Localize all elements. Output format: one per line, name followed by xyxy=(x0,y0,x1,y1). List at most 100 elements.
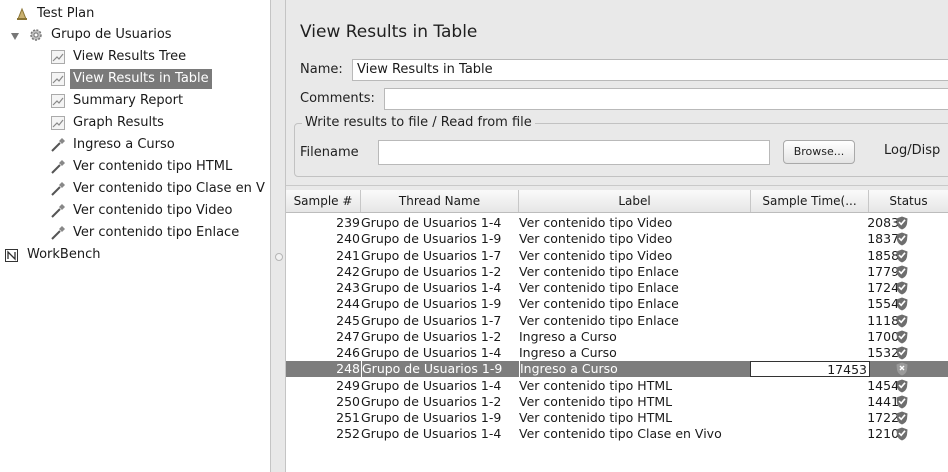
cell-label: Ver contenido tipo Video xyxy=(519,247,673,263)
table-row[interactable]: 241 Grupo de Usuarios 1-7 Ver contenido ti… xyxy=(286,248,948,264)
cell-sample-time: 15322 xyxy=(867,345,907,360)
cell-label: Ver contenido tipo HTML xyxy=(519,393,673,409)
column-header-label[interactable]: Label xyxy=(519,190,751,212)
cell-sample-time: 17453 xyxy=(750,361,870,378)
tree-item-label: Ver contenido tipo HTML xyxy=(73,159,233,174)
table-row[interactable]: 240 Grupo de Usuarios 1-9 Ver contenido ti… xyxy=(286,231,948,247)
column-header-sample-time[interactable]: Sample Time(... xyxy=(751,190,869,212)
cell-sample-time: 12108 xyxy=(867,426,907,442)
cell-sample: 243 xyxy=(336,280,360,295)
status-success-shield-icon xyxy=(887,313,917,329)
tree-item-view-results-tree[interactable]: View Results Tree xyxy=(50,47,189,67)
tree-item-label: Ver contenido tipo Video xyxy=(73,203,233,218)
name-input[interactable]: View Results in Table xyxy=(352,59,948,81)
cell-sample-time: 18582 xyxy=(867,247,907,263)
cell-sample: 249 xyxy=(336,377,360,393)
cell-thread-name: Grupo de Usuarios 1-4 xyxy=(361,426,502,442)
workbench-icon xyxy=(4,247,20,263)
table-row[interactable]: 248 Grupo de Usuarios 1-9 Ingreso a Curso 1… xyxy=(286,361,948,378)
browse-button[interactable]: Browse... xyxy=(783,140,855,164)
splitter-grip-icon[interactable] xyxy=(275,253,283,261)
table-row[interactable]: 252 Grupo de Usuarios 1-4 Ver contenido ti… xyxy=(286,426,948,442)
tree-collapse-toggle-icon[interactable] xyxy=(11,33,19,40)
results-table-panel: View Results in Table Name: View Results… xyxy=(286,0,948,472)
name-label: Name: xyxy=(300,62,343,77)
cell-sample: 242 xyxy=(336,263,360,279)
filename-input[interactable] xyxy=(378,140,770,165)
http-sampler-pipette-icon xyxy=(50,225,66,241)
cell-sample-time: 17244 xyxy=(867,280,907,295)
name-row: Name: xyxy=(300,62,343,77)
table-row[interactable]: 251 Grupo de Usuarios 1-9 Ver contenido ti… xyxy=(286,410,948,426)
tree-item-label: Test Plan xyxy=(37,6,95,21)
column-header-sample[interactable]: Sample # xyxy=(286,190,361,212)
cell-label: Ver contenido tipo HTML xyxy=(519,410,673,425)
cell-sample: 252 xyxy=(336,426,360,442)
table-row[interactable]: 243 Grupo de Usuarios 1-4 Ver contenido ti… xyxy=(286,280,948,296)
listener-graph-icon xyxy=(50,49,66,65)
status-success-shield-icon xyxy=(887,426,917,442)
cell-label: Ver contenido tipo Enlace xyxy=(519,280,679,295)
tree-item-workbench[interactable]: WorkBench xyxy=(4,245,103,265)
status-success-shield-icon xyxy=(887,280,917,296)
status-success-shield-icon xyxy=(887,296,917,312)
cell-thread-name: Grupo de Usuarios 1-4 xyxy=(361,377,502,393)
column-header-thread-name[interactable]: Thread Name xyxy=(361,190,519,212)
table-header: Sample # Thread Name Label Sample Time(.… xyxy=(286,190,948,213)
cell-sample: 245 xyxy=(336,312,360,328)
cell-label: Ingreso a Curso xyxy=(519,328,617,344)
filename-row: Filename xyxy=(300,145,359,160)
tree-item-label: WorkBench xyxy=(27,247,101,262)
tree-item-label: Summary Report xyxy=(73,93,184,108)
cell-label: Ingreso a Curso xyxy=(519,361,752,378)
cell-sample-time: 14419 xyxy=(867,393,907,409)
tree-item-summary-report[interactable]: Summary Report xyxy=(50,91,186,111)
tree-item-grupo-de-usuarios[interactable]: Grupo de Usuarios xyxy=(28,25,175,45)
listener-graph-icon xyxy=(50,71,66,87)
cell-label: Ver contenido tipo Video xyxy=(519,215,673,230)
comments-input[interactable] xyxy=(384,88,948,110)
cell-label: Ver contenido tipo Clase en Vivo xyxy=(519,426,722,442)
cell-sample: 239 xyxy=(336,215,360,230)
test-plan-tree: Test Plan Grupo de Usuarios View Results… xyxy=(0,0,270,472)
comments-row: Comments: xyxy=(300,91,375,106)
status-success-shield-icon xyxy=(887,231,917,247)
cell-sample-time: 14545 xyxy=(867,377,907,393)
table-row[interactable]: 247 Grupo de Usuarios 1-2 Ingreso a Curso 1… xyxy=(286,329,948,345)
tree-item-ingreso-a-curso[interactable]: Ingreso a Curso xyxy=(50,135,178,155)
column-header-status[interactable]: Status xyxy=(869,190,948,212)
listener-graph-icon xyxy=(50,115,66,131)
tree-item-test-plan[interactable]: Test Plan xyxy=(14,4,97,24)
table-row[interactable]: 242 Grupo de Usuarios 1-2 Ver contenido ti… xyxy=(286,264,948,280)
panel-title: View Results in Table xyxy=(300,22,478,42)
table-row[interactable]: 250 Grupo de Usuarios 1-2 Ver contenido ti… xyxy=(286,394,948,410)
cell-sample: 248 xyxy=(336,361,360,377)
tree-item-view-results-in-table[interactable]: View Results in Table xyxy=(50,69,212,89)
table-row[interactable]: 246 Grupo de Usuarios 1-4 Ingreso a Curso 1… xyxy=(286,345,948,361)
tree-item-ver-contenido-enlace[interactable]: Ver contenido tipo Enlace xyxy=(50,223,242,243)
table-row[interactable]: 245 Grupo de Usuarios 1-7 Ver contenido ti… xyxy=(286,313,948,329)
cell-label: Ver contenido tipo HTML xyxy=(519,377,673,393)
table-row[interactable]: 244 Grupo de Usuarios 1-9 Ver contenido ti… xyxy=(286,296,948,312)
file-group-legend: Write results to file / Read from file xyxy=(302,115,535,130)
cell-label: Ver contenido tipo Enlace xyxy=(519,263,679,279)
cell-thread-name: Grupo de Usuarios 1-2 xyxy=(361,263,502,279)
table-row[interactable]: 249 Grupo de Usuarios 1-4 Ver contenido ti… xyxy=(286,378,948,394)
cell-sample-time: 17222 xyxy=(867,410,907,425)
results-table[interactable]: Sample # Thread Name Label Sample Time(.… xyxy=(286,190,948,472)
status-error-shield-icon xyxy=(887,361,917,377)
tree-item-graph-results[interactable]: Graph Results xyxy=(50,113,167,133)
status-success-shield-icon xyxy=(887,410,917,426)
cell-sample: 251 xyxy=(336,410,360,425)
table-row[interactable]: 239 Grupo de Usuarios 1-4 Ver contenido ti… xyxy=(286,215,948,231)
cell-sample-time: 17004 xyxy=(867,328,907,344)
tree-item-ver-contenido-html[interactable]: Ver contenido tipo HTML xyxy=(50,157,235,177)
cell-sample: 247 xyxy=(336,328,360,344)
status-success-shield-icon xyxy=(887,264,917,280)
cell-sample: 241 xyxy=(336,247,360,263)
tree-item-ver-contenido-clase[interactable]: Ver contenido tipo Clase en V xyxy=(50,179,268,199)
filename-label: Filename xyxy=(300,145,359,160)
tree-item-ver-contenido-video[interactable]: Ver contenido tipo Video xyxy=(50,201,235,221)
split-pane-divider[interactable] xyxy=(270,0,286,472)
cell-sample-time: 18375 xyxy=(867,231,907,247)
